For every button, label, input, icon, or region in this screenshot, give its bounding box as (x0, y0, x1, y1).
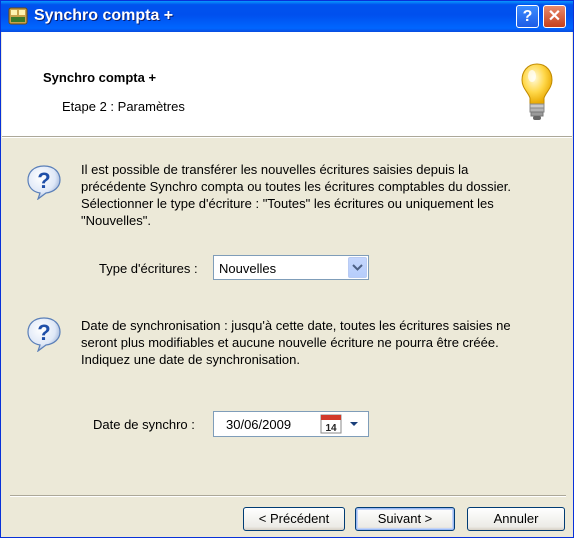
type-ecritures-label: Type d'écritures : (99, 261, 198, 276)
footer-separator (10, 495, 566, 497)
header-separator (2, 136, 572, 138)
previous-button[interactable]: < Précédent (243, 507, 345, 531)
header-subtitle: Etape 2 : Paramètres (62, 99, 185, 114)
question-icon: ? (27, 165, 61, 200)
app-icon (8, 7, 28, 25)
section1-line-4: "Nouvelles". (81, 213, 151, 228)
dropdown-button[interactable] (348, 257, 367, 278)
calendar-icon: 14 (320, 414, 342, 434)
section2-line-3: Indiquez une date de synchronisation. (81, 352, 300, 367)
wizard-window: Synchro compta + ? ✕ Synchro compta + Et… (0, 0, 574, 538)
next-button[interactable]: Suivant > (355, 507, 455, 531)
title-bar[interactable]: Synchro compta + ? ✕ (1, 1, 573, 32)
date-synchro-label: Date de synchro : (93, 417, 195, 432)
cancel-button[interactable]: Annuler (467, 507, 565, 531)
wizard-header: Synchro compta + Etape 2 : Paramètres (2, 32, 572, 136)
help-button[interactable]: ? (516, 5, 539, 28)
chevron-down-icon (352, 264, 363, 271)
calendar-button[interactable]: 14 (318, 414, 366, 434)
type-ecritures-value: Nouvelles (219, 261, 277, 276)
type-ecritures-select[interactable]: Nouvelles (213, 255, 369, 280)
section2-description: Date de synchronisation : jusqu'à cette … (81, 317, 569, 368)
svg-text:?: ? (37, 320, 50, 345)
section1-line-2: précédente Synchro compta ou toutes les … (81, 179, 511, 194)
section1-line-3: Sélectionner le type d'écriture : "Toute… (81, 196, 494, 211)
calendar-day: 14 (325, 423, 337, 434)
section2-line-2: seront plus modifiables et aucune nouvel… (81, 335, 499, 350)
close-button[interactable]: ✕ (543, 5, 566, 28)
lightbulb-icon (521, 63, 553, 120)
window-title: Synchro compta + (34, 7, 174, 24)
date-synchro-picker[interactable]: 30/06/2009 14 (213, 411, 369, 437)
svg-text:?: ? (37, 168, 50, 193)
question-icon: ? (27, 317, 61, 352)
header-title: Synchro compta + (43, 70, 157, 85)
chevron-down-icon (350, 422, 358, 426)
section1-description: Il est possible de transférer les nouvel… (81, 161, 569, 229)
date-synchro-value: 30/06/2009 (226, 417, 292, 432)
section2-line-1: Date de synchronisation : jusqu'à cette … (81, 318, 511, 333)
section1-line-1: Il est possible de transférer les nouvel… (81, 162, 469, 177)
